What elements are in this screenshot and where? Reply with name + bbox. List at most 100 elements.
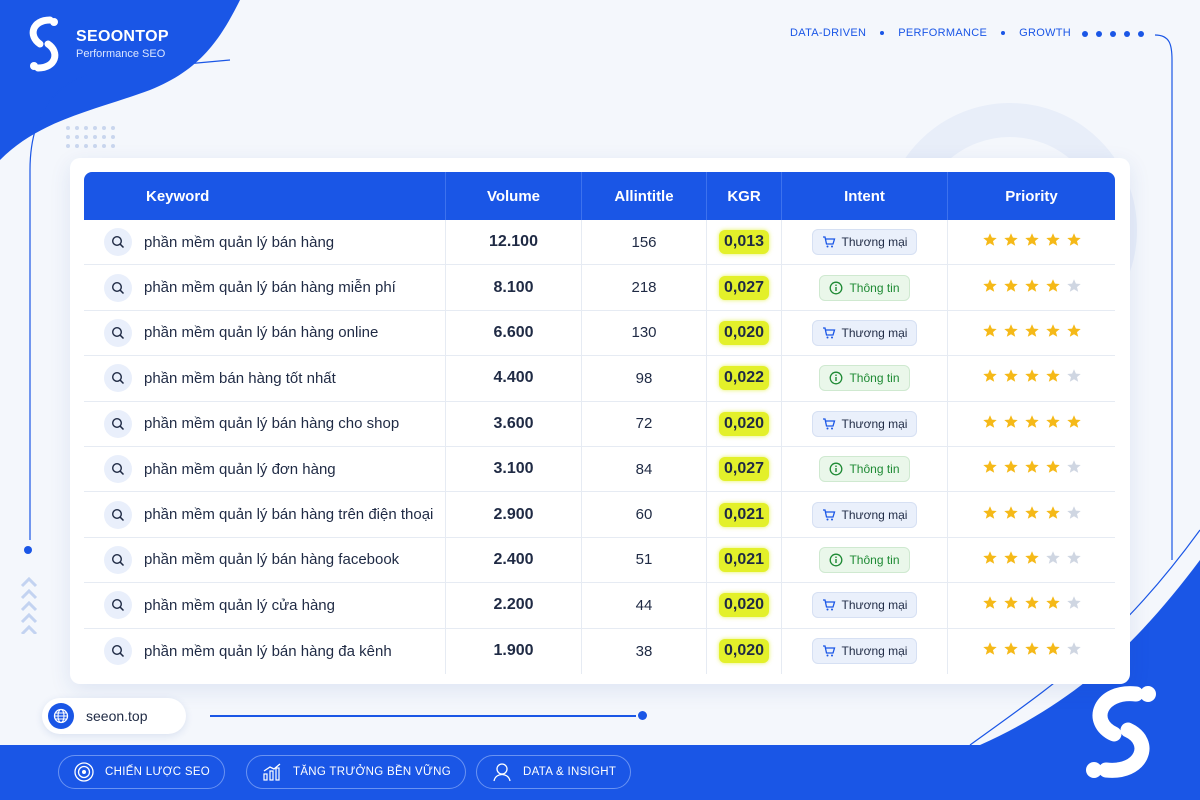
intent-cell: Thương mại xyxy=(782,401,948,447)
keyword-cell: phần mềm quản lý bán hàng online xyxy=(84,310,446,357)
intent-label: Thông tin xyxy=(849,371,900,386)
intent-cell: Thương mại xyxy=(782,220,948,266)
kgr-badge: 0,020 xyxy=(718,639,770,664)
target-icon xyxy=(74,762,94,782)
decorative-dots xyxy=(1082,31,1144,37)
volume-cell: 6.600 xyxy=(446,310,582,357)
brand-logo[interactable]: SEOONTOP Performance SEO xyxy=(20,14,169,74)
cart-icon xyxy=(822,327,835,339)
star-filled-icon xyxy=(1024,596,1039,610)
priority-cell xyxy=(948,629,1115,674)
table-row[interactable]: phần mềm quản lý bán hàng facebook 2.400… xyxy=(84,537,1115,584)
star-filled-icon xyxy=(1045,505,1060,519)
table-row[interactable]: phần mềm quản lý cửa hàng 2.200 44 0,020… xyxy=(84,583,1115,629)
footer-pill-growth[interactable]: TĂNG TRƯỞNG BỀN VỮNG xyxy=(246,755,466,789)
star-filled-icon xyxy=(1024,460,1039,473)
header-intent[interactable]: Intent xyxy=(782,172,948,220)
intent-cell: Thông tin xyxy=(782,356,948,402)
search-icon[interactable] xyxy=(104,545,132,574)
header-priority[interactable]: Priority xyxy=(948,172,1115,220)
footer-pill-seo-strategy[interactable]: CHIẾN LƯỢC SEO xyxy=(58,755,226,789)
keyword-text: phần mềm quản lý bán hàng miễn phí xyxy=(144,279,396,297)
star-empty-icon xyxy=(1066,505,1081,519)
cart-icon xyxy=(822,508,835,521)
star-filled-icon xyxy=(982,369,997,383)
star-empty-icon xyxy=(1066,642,1081,656)
footer-pill-data-insight[interactable]: DATA & INSIGHT xyxy=(476,755,632,789)
star-filled-icon xyxy=(1024,369,1039,383)
star-filled-icon xyxy=(1003,369,1018,383)
search-icon[interactable] xyxy=(104,318,132,347)
intent-cell: Thương mại xyxy=(782,492,948,538)
priority-cell xyxy=(948,356,1115,402)
table-row[interactable]: phần mềm quản lý bán hàng đa kênh 1.900 … xyxy=(84,628,1115,674)
intent-badge: Thương mại xyxy=(811,410,918,437)
keyword-cell: phần mềm bán hàng tốt nhất xyxy=(84,356,446,402)
keyword-text: phần mềm quản lý bán hàng xyxy=(144,233,335,251)
star-filled-icon xyxy=(1024,551,1039,564)
keyword-text: phần mềm quản lý bán hàng cho shop xyxy=(144,415,400,433)
table-row[interactable]: phần mềm quản lý bán hàng trên điện thoạ… xyxy=(84,492,1115,538)
search-icon[interactable] xyxy=(104,637,132,666)
search-icon[interactable] xyxy=(104,409,132,438)
website-url-pill[interactable]: seeon.top xyxy=(42,698,186,734)
table-row[interactable]: phần mềm quản lý bán hàng online 6.600 1… xyxy=(84,310,1115,357)
table-row[interactable]: phần mềm quản lý bán hàng 12.100 156 0,0… xyxy=(84,220,1115,266)
search-icon[interactable] xyxy=(104,591,132,620)
header-volume[interactable]: Volume xyxy=(446,172,582,220)
keyword-cell: phần mềm quản lý bán hàng xyxy=(84,220,446,266)
star-empty-icon xyxy=(1066,460,1081,473)
star-filled-icon xyxy=(982,233,997,246)
keyword-cell: phần mềm quản lý bán hàng đa kênh xyxy=(84,628,446,674)
table-row[interactable]: phần mềm quản lý đơn hàng 3.100 84 0,027… xyxy=(84,446,1115,493)
keyword-text: phần mềm quản lý bán hàng facebook xyxy=(144,551,400,569)
kgr-badge: 0,027 xyxy=(718,275,770,300)
kgr-badge: 0,022 xyxy=(718,366,770,391)
keyword-cell: phần mềm quản lý bán hàng trên điện thoạ… xyxy=(84,492,446,538)
keyword-text: phần mềm quản lý cửa hàng xyxy=(144,596,335,614)
kgr-cell: 0,013 xyxy=(707,220,782,266)
seoontop-logo-icon xyxy=(29,16,59,72)
search-icon[interactable] xyxy=(104,500,132,529)
priority-stars xyxy=(982,459,1082,475)
search-icon[interactable] xyxy=(104,455,132,484)
star-filled-icon xyxy=(1066,414,1081,428)
kgr-badge: 0,027 xyxy=(718,457,770,482)
star-filled-icon xyxy=(1045,460,1060,473)
brand-tagline: Performance SEO xyxy=(76,48,166,60)
star-filled-icon xyxy=(1003,505,1018,519)
keyword-table-card: Keyword Volume Allintitle KGR Intent Pri… xyxy=(70,158,1130,684)
table-row[interactable]: phần mềm quản lý bán hàng miễn phí 8.100… xyxy=(84,265,1115,311)
intent-cell: Thương mại xyxy=(782,628,948,674)
priority-cell xyxy=(948,402,1115,447)
star-filled-icon xyxy=(1003,414,1018,428)
separator-dot xyxy=(1001,31,1006,35)
search-icon[interactable] xyxy=(104,228,132,257)
kgr-cell: 0,020 xyxy=(707,310,782,357)
cart-icon xyxy=(822,599,835,611)
search-icon[interactable] xyxy=(104,364,132,393)
kgr-badge: 0,021 xyxy=(718,502,770,527)
allintitle-cell: 84 xyxy=(582,446,707,493)
intent-badge: Thông tin xyxy=(819,546,910,573)
intent-badge: Thương mại xyxy=(811,229,918,256)
table-row[interactable]: phần mềm quản lý bán hàng cho shop 3.600… xyxy=(84,401,1115,447)
header-keyword[interactable]: Keyword xyxy=(84,172,446,220)
info-icon xyxy=(830,371,843,385)
star-filled-icon xyxy=(1003,233,1018,246)
table-row[interactable]: phần mềm bán hàng tốt nhất 4.400 98 0,02… xyxy=(84,356,1115,402)
priority-stars xyxy=(982,550,1082,566)
header-kgr[interactable]: KGR xyxy=(707,172,782,220)
star-filled-icon xyxy=(1024,505,1039,519)
intent-label: Thương mại xyxy=(841,598,908,613)
cart-icon xyxy=(822,418,835,430)
priority-stars xyxy=(982,414,1082,430)
decorative-dot-grid xyxy=(66,126,115,148)
star-filled-icon xyxy=(982,642,997,656)
header-allintitle[interactable]: Allintitle xyxy=(582,172,707,220)
search-icon[interactable] xyxy=(104,273,132,302)
volume-cell: 1.900 xyxy=(446,628,582,674)
volume-cell: 2.400 xyxy=(446,537,582,584)
allintitle-cell: 60 xyxy=(582,492,707,538)
priority-stars xyxy=(982,368,1082,384)
